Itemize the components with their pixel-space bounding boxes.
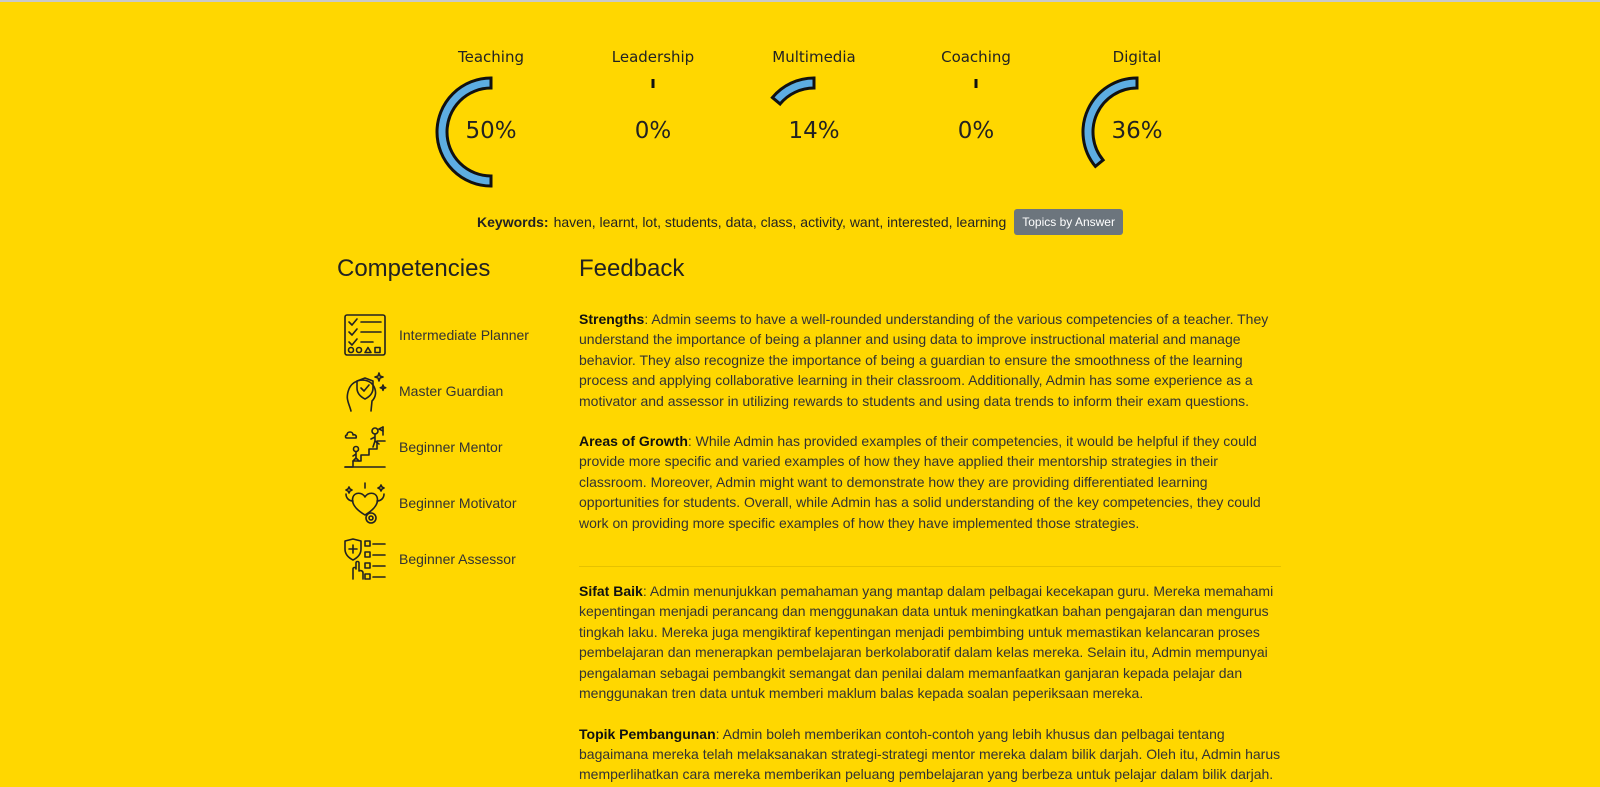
strengths-text: : Admin seems to have a well-rounded und… [579, 311, 1269, 409]
gauge-label: Teaching [458, 48, 524, 66]
gauge-fill [770, 76, 816, 107]
motivator-icon [345, 482, 385, 524]
topik-pembangunan-paragraph: Topik Pembangunan: Admin boleh memberika… [579, 724, 1281, 785]
gauge-multimedia: Multimedia 14% [749, 46, 879, 196]
competencies-panel: Competencies Intermediate Planner Master [337, 255, 557, 587]
competencies-list: Intermediate Planner Master Guardian Beg… [337, 307, 557, 587]
strengths-label: Strengths [579, 311, 645, 327]
competency-item-assessor: Beginner Assessor [337, 531, 557, 587]
gauge-value: 14% [788, 118, 840, 144]
competency-label: Beginner Motivator [399, 495, 517, 511]
competency-gauges: Teaching 50% Leadership 0% Multimedia 14… [0, 0, 1600, 200]
competency-item-mentor: Beginner Mentor [337, 419, 557, 475]
guardian-shield-icon [346, 372, 387, 412]
gauge-value: 0% [957, 118, 995, 144]
competency-label: Intermediate Planner [399, 327, 529, 343]
gauge-coaching: Coaching 0% [911, 46, 1041, 196]
gauge-digital: Digital 36% [1072, 46, 1202, 196]
planner-checklist-icon [344, 314, 386, 356]
competency-label: Beginner Assessor [399, 551, 516, 567]
sifat-baik-text: : Admin menunjukkan pemahaman yang manta… [579, 583, 1274, 702]
mentor-climb-icon [344, 426, 386, 468]
growth-label: Areas of Growth [579, 433, 688, 450]
competency-label: Master Guardian [399, 383, 504, 399]
gauge-value: 0% [634, 118, 672, 144]
gauge-label: Coaching [941, 48, 1011, 66]
competencies-title: Competencies [337, 255, 491, 282]
feedback-title: Feedback [579, 255, 685, 282]
feedback-panel: Feedback Strengths: Admin seems to have … [579, 255, 1281, 785]
topik-pembangunan-label: Topik Pembangunan [579, 725, 716, 742]
strengths-paragraph: Strengths: Admin seems to have a well-ro… [579, 309, 1281, 411]
keywords-bar: Keywords: haven, learnt, lot, students, … [0, 209, 1600, 235]
competency-item-planner: Intermediate Planner [337, 307, 557, 363]
topics-by-answer-button[interactable]: Topics by Answer [1014, 209, 1123, 235]
sifat-baik-paragraph: Sifat Baik: Admin menunjukkan pemahaman … [579, 581, 1281, 703]
gauge-value: 50% [465, 118, 517, 144]
assessor-checklist-icon [344, 538, 386, 580]
gauge-teaching: Teaching 50% [426, 46, 556, 196]
gauge-leadership: Leadership 0% [588, 46, 718, 196]
keywords-text: haven, learnt, lot, students, data, clas… [553, 214, 1007, 230]
feedback-divider [579, 566, 1281, 568]
gauge-label: Digital [1112, 48, 1162, 66]
gauge-label: Leadership [611, 48, 695, 66]
competency-item-guardian: Master Guardian [337, 363, 557, 419]
keywords-label: Keywords: [477, 214, 549, 230]
growth-paragraph: Areas of Growth: While Admin has provide… [579, 431, 1281, 533]
sifat-baik-label: Sifat Baik [579, 583, 643, 600]
gauge-value: 36% [1111, 118, 1163, 144]
competency-label: Beginner Mentor [399, 439, 503, 455]
gauge-label: Multimedia [772, 48, 856, 66]
competency-item-motivator: Beginner Motivator [337, 475, 557, 531]
